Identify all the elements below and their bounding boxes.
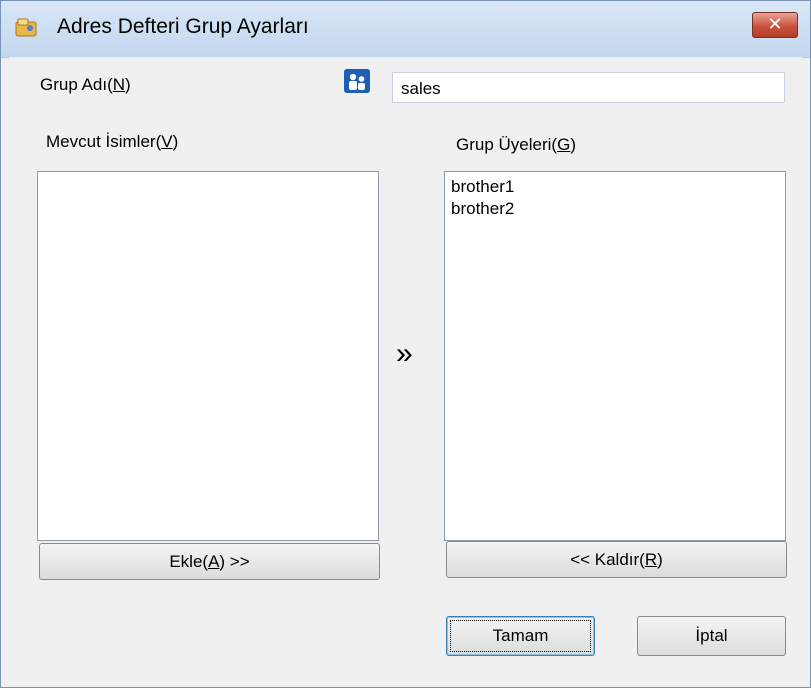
remove-button-label: << Kaldır(	[570, 550, 645, 569]
group-members-list[interactable]: brother1 brother2	[444, 171, 786, 541]
group-name-input[interactable]: sales	[392, 72, 785, 103]
focus-rectangle	[450, 620, 591, 652]
remove-button-accesskey: R	[644, 550, 658, 569]
close-icon: ✕	[767, 14, 783, 35]
remove-button-label-end: )	[657, 550, 663, 569]
list-item[interactable]: brother2	[445, 198, 785, 220]
title-bar: Adres Defteri Grup Ayarları ✕	[1, 1, 810, 58]
cancel-button[interactable]: İptal	[637, 616, 786, 656]
group-name-label: Grup Adı(N)	[40, 75, 131, 95]
add-button-label-end: ) >>	[219, 552, 250, 571]
address-book-icon	[15, 18, 37, 37]
group-name-label-text: Grup Adı(	[40, 75, 113, 94]
window-title: Adres Defteri Grup Ayarları	[57, 15, 309, 38]
available-names-label-end: )	[172, 132, 179, 151]
address-book-group-settings-dialog: Adres Defteri Grup Ayarları ✕ Grup Adı(N…	[0, 0, 811, 688]
group-members-label-end: )	[570, 135, 576, 154]
ok-button[interactable]: Tamam	[446, 616, 595, 656]
available-names-label-text: Mevcut İsimler(	[46, 132, 162, 151]
available-names-list[interactable]	[37, 171, 379, 541]
add-button-label: Ekle(	[169, 552, 209, 571]
available-names-accesskey: V	[161, 132, 173, 151]
close-button[interactable]: ✕	[752, 12, 798, 38]
add-button-accesskey: A	[208, 552, 220, 571]
list-item[interactable]: brother1	[445, 176, 785, 198]
transfer-arrows-icon: »	[396, 337, 413, 370]
group-members-label-text: Grup Üyeleri(	[456, 135, 558, 154]
dialog-body: Grup Adı(N) sales Mevcut İsimler(V) » Gr…	[9, 57, 802, 679]
group-name-label-end: )	[125, 75, 131, 94]
group-members-accesskey: G	[557, 135, 571, 154]
remove-button[interactable]: << Kaldır(R)	[446, 541, 787, 578]
group-name-accesskey: N	[112, 75, 126, 94]
cancel-button-label: İptal	[695, 626, 728, 645]
available-names-label: Mevcut İsimler(V)	[46, 132, 178, 152]
group-users-icon	[344, 69, 370, 93]
group-members-label: Grup Üyeleri(G)	[456, 135, 576, 155]
add-button[interactable]: Ekle(A) >>	[39, 543, 380, 580]
